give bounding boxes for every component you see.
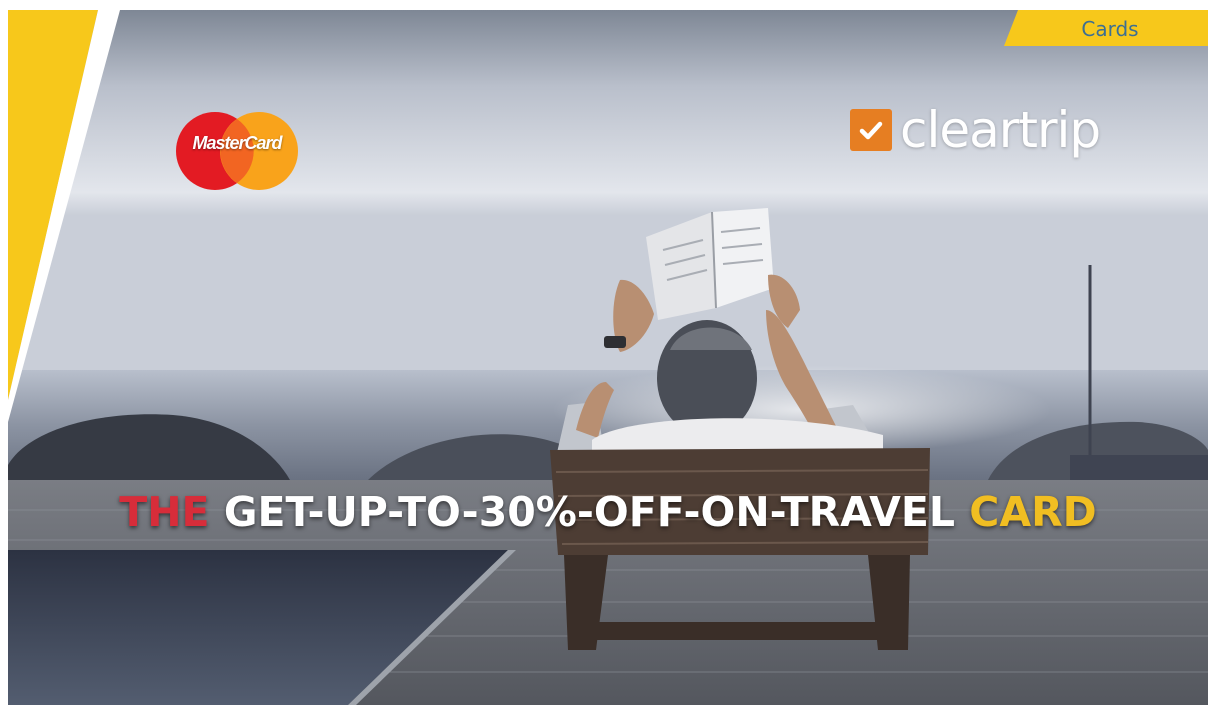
mastercard-logo: MasterCard xyxy=(176,110,298,192)
headline-the: THE xyxy=(119,488,210,536)
cleartrip-logo: cleartrip xyxy=(850,100,1101,160)
headline-middle: GET-UP-TO-30%-OFF-ON-TRAVEL xyxy=(223,488,955,536)
promo-banner[interactable]: Cards MasterCard cleartrip THE GET-UP-TO… xyxy=(8,10,1208,705)
headline-card: CARD xyxy=(969,488,1097,536)
cleartrip-wordmark: cleartrip xyxy=(900,101,1101,159)
cards-tab-label[interactable]: Cards xyxy=(1012,10,1208,46)
promo-headline: THE GET-UP-TO-30%-OFF-ON-TRAVEL CARD xyxy=(8,488,1208,536)
cleartrip-check-icon xyxy=(850,109,892,151)
mastercard-text: MasterCard xyxy=(192,133,282,153)
